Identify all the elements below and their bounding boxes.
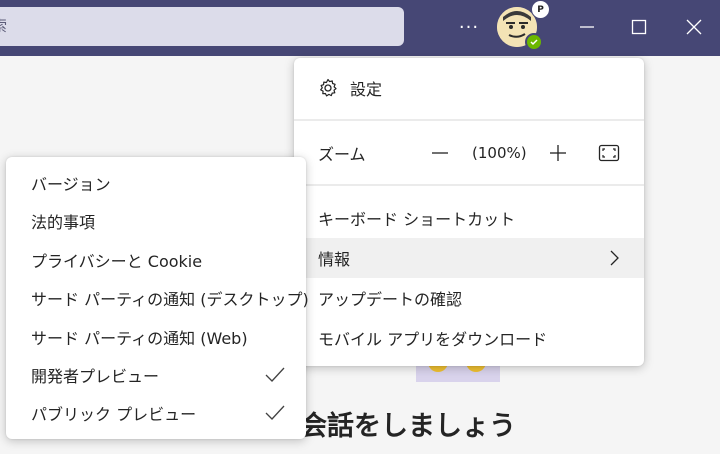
minus-icon [432,152,448,154]
window-minimize-icon [580,26,594,28]
submenu-item-version[interactable]: バージョン [6,164,306,202]
submenu-item-public-preview[interactable]: パブリック プレビュー [6,394,306,432]
title-bar: 索 ··· P [0,0,720,56]
zoom-level: (100%) [472,144,527,162]
zoom-in-button[interactable] [548,143,568,167]
submenu-item-privacy-cookie[interactable]: プライバシーと Cookie [6,241,306,279]
minimize-button[interactable] [566,6,608,48]
menu-item-mobile-app[interactable]: モバイル アプリをダウンロード [294,318,644,358]
close-button[interactable] [673,6,715,48]
zoom-row: ズーム (100%) [294,133,644,173]
menu-item-label: 情報 [318,250,351,269]
more-icon: ··· [458,16,480,38]
submenu-item-legal[interactable]: 法的事項 [6,202,306,240]
menu-item-info[interactable]: 情報 [294,238,644,278]
submenu-item-label: サード パーティの通知 (デスクトップ) [31,290,309,309]
menu-item-keyboard-shortcuts[interactable]: キーボード ショートカット [294,198,644,238]
zoom-reset-button[interactable] [598,143,620,167]
maximize-button[interactable] [618,6,660,48]
zoom-label: ズーム [318,145,366,164]
submenu-item-third-party-web[interactable]: サード パーティの通知 (Web) [6,318,306,356]
window-close-icon [686,19,702,35]
more-options-button[interactable]: ··· [448,6,490,48]
gear-icon [320,78,337,97]
submenu-item-label: サード パーティの通知 (Web) [31,329,248,348]
submenu-item-label: 法的事項 [31,213,96,232]
search-text: 索 [0,17,7,35]
submenu-item-third-party-desktop[interactable]: サード パーティの通知 (デスクトップ) [6,279,309,317]
submenu-item-label: パブリック プレビュー [31,405,197,424]
avatar-badge: P [531,0,550,19]
menu-item-check-updates[interactable]: アップデートの確認 [294,278,644,318]
menu-divider [294,119,644,121]
presence-available-icon [525,33,543,51]
chevron-right-icon [610,250,619,266]
menu-item-label: 設定 [350,80,383,99]
menu-item-label: モバイル アプリをダウンロード [318,330,548,349]
menu-item-settings[interactable]: 設定 [294,68,644,108]
submenu-item-label: プライバシーと Cookie [31,252,203,271]
menu-item-label: アップデートの確認 [318,290,463,309]
submenu-item-label: 開発者プレビュー [31,367,160,386]
fit-to-window-icon [598,144,620,162]
menu-divider [294,184,644,186]
info-submenu: バージョン 法的事項 プライバシーと Cookie サード パーティの通知 (デ… [6,157,309,439]
submenu-item-label: バージョン [31,175,111,194]
settings-menu: 設定 ズーム (100%) キーボード ショートカット 情報 アップデートの確認… [294,58,644,366]
checkmark-icon [265,405,285,420]
zoom-out-button[interactable] [430,143,450,167]
menu-item-label: キーボード ショートカット [318,210,516,229]
plus-icon [550,145,566,161]
submenu-item-developer-preview[interactable]: 開発者プレビュー [6,356,306,394]
page-heading: 会話をしましょう [300,411,516,442]
window-maximize-icon [631,19,647,35]
checkmark-icon [265,367,285,382]
search-box[interactable]: 索 [0,7,404,46]
